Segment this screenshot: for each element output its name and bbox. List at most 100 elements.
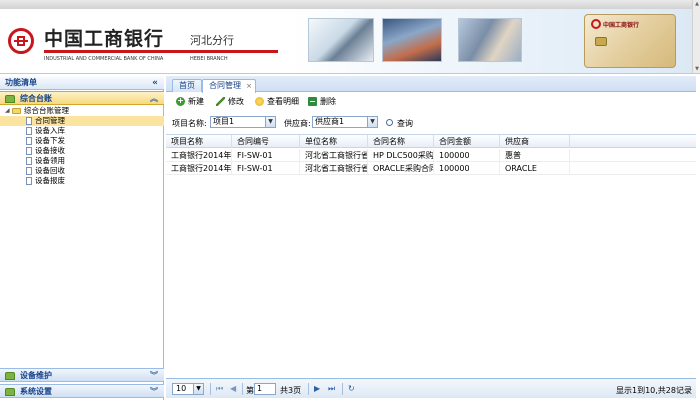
nav-tree: ◢ 综合台账管理 合同管理 设备入库 设备下发 设备接收 设备领用 设备回收 设… xyxy=(0,106,164,186)
cell-contract-name: ORACLE采购合同 xyxy=(368,162,434,175)
tree-item-label: 设备下发 xyxy=(35,136,65,145)
scroll-down-icon[interactable]: ▼ xyxy=(694,66,700,72)
table-row[interactable]: 工商银行2014年采 FI-SW-01 河北省工商银行省 ORACLE采购合同 … xyxy=(166,162,696,175)
first-page-icon[interactable]: ⏮ xyxy=(216,384,223,394)
col-header-contract-amount[interactable]: 合同金额 xyxy=(434,135,500,148)
card-chip-icon xyxy=(595,37,607,46)
filter-bar: 项目名称: 项目1 ▼ 供应商: 供应商1 ▼ 查询 xyxy=(166,114,696,130)
sidebar-title-label: 功能清单 xyxy=(5,78,37,87)
tree-root-label: 综合台账管理 xyxy=(24,106,69,115)
document-icon xyxy=(26,117,32,125)
add-icon: + xyxy=(176,96,185,106)
delete-icon xyxy=(308,97,317,106)
cell-project-name: 工商银行2014年采 xyxy=(166,149,232,162)
accordion-label: 综合台账 xyxy=(20,94,52,103)
main-panel: 首页 合同管理 × + 新建 修改 查看明细 删除 项目名称: 项目1 ▼ 供应… xyxy=(166,76,696,400)
vendor-value: 供应商1 xyxy=(315,117,345,126)
chevron-down-icon[interactable]: ▼ xyxy=(193,384,203,394)
grid-header: 项目名称 合同编号 单位名称 合同名称 合同金额 供应商 xyxy=(166,135,696,148)
cell-project-name: 工商银行2014年采 xyxy=(166,162,232,175)
view-details-button[interactable]: 查看明细 xyxy=(255,96,299,107)
header-divider xyxy=(44,50,278,53)
pager-separator xyxy=(342,383,343,395)
cell-contract-amount: 100000 xyxy=(434,149,500,162)
vendor-select[interactable]: 供应商1 ▼ xyxy=(312,116,378,128)
project-name-value: 项目1 xyxy=(213,117,235,126)
tree-item-equipment-receive[interactable]: 设备接收 xyxy=(0,146,164,156)
banner-photo-city xyxy=(382,18,442,62)
bank-name-en: INDUSTRIAL AND COMMERCIAL BANK OF CHINA xyxy=(44,56,164,62)
sidebar-collapse-icon[interactable]: « xyxy=(152,76,158,90)
query-button[interactable]: 查询 xyxy=(386,118,413,129)
chevron-down-icon[interactable]: ︾ xyxy=(150,369,158,382)
vendor-label: 供应商: xyxy=(284,119,311,128)
pager-separator xyxy=(242,383,243,395)
folder-group-icon xyxy=(5,372,15,380)
chevron-up-icon[interactable]: ︽ xyxy=(150,92,158,105)
page-size-select[interactable]: 10 ▼ xyxy=(172,383,204,395)
next-page-icon[interactable]: ▶ xyxy=(314,384,320,394)
document-icon xyxy=(26,127,32,135)
cell-contract-no: FI-SW-01 xyxy=(232,149,300,162)
tab-contract-mgmt[interactable]: 合同管理 × xyxy=(202,79,256,93)
tree-item-label: 设备入库 xyxy=(35,126,65,135)
document-icon xyxy=(26,147,32,155)
app-header: 中国工商银行 河北分行 INDUSTRIAL AND COMMERCIAL BA… xyxy=(0,0,700,74)
edit-button-label: 修改 xyxy=(228,97,244,106)
lightbulb-icon xyxy=(255,97,264,106)
header-scrollbar[interactable]: ▲ ▼ xyxy=(692,0,700,73)
accordion-section-equipment-maintenance[interactable]: 设备维护 ︾ xyxy=(0,368,164,382)
close-icon[interactable]: × xyxy=(246,80,252,92)
delete-button[interactable]: 删除 xyxy=(308,96,336,107)
tree-item-equipment-dispatch[interactable]: 设备下发 xyxy=(0,136,164,146)
tab-home[interactable]: 首页 xyxy=(172,79,202,92)
accordion-section-comprehensive-ledger[interactable]: 综合台账 ︽ xyxy=(0,91,164,105)
tree-item-label: 设备报废 xyxy=(35,176,65,185)
tree-item-contract-mgmt[interactable]: 合同管理 xyxy=(0,116,164,126)
page-prefix: 第 xyxy=(246,386,254,395)
accordion-label: 设备维护 xyxy=(20,371,52,380)
page-number-value: 1 xyxy=(257,384,263,393)
sidebar-title: 功能清单 « xyxy=(0,76,164,90)
accordion-section-system-settings[interactable]: 系统设置 ︾ xyxy=(0,384,164,398)
refresh-icon[interactable]: ↻ xyxy=(348,384,355,394)
tree-item-equipment-inbound[interactable]: 设备入库 xyxy=(0,126,164,136)
chevron-down-icon[interactable]: ︾ xyxy=(150,385,158,398)
prev-page-icon[interactable]: ◀ xyxy=(230,384,236,394)
last-page-icon[interactable]: ⏭ xyxy=(328,384,335,394)
col-header-unit-name[interactable]: 单位名称 xyxy=(300,135,368,148)
card-logo-icon xyxy=(591,19,601,29)
tab-label: 合同管理 xyxy=(209,81,241,90)
folder-group-icon xyxy=(5,95,15,103)
scroll-up-icon[interactable]: ▲ xyxy=(694,1,700,7)
tab-strip: 首页 合同管理 × xyxy=(166,76,696,93)
new-button[interactable]: + 新建 xyxy=(176,96,204,107)
col-header-project-name[interactable]: 项目名称 xyxy=(166,135,232,148)
col-header-contract-no[interactable]: 合同编号 xyxy=(232,135,300,148)
cell-contract-amount: 100000 xyxy=(434,162,500,175)
tree-root[interactable]: ◢ 综合台账管理 xyxy=(0,106,164,116)
tree-item-equipment-requisition[interactable]: 设备领用 xyxy=(0,156,164,166)
document-icon xyxy=(26,137,32,145)
tree-item-equipment-recycle[interactable]: 设备回收 xyxy=(0,166,164,176)
banner-photo-card-terminal xyxy=(308,18,374,62)
col-header-vendor[interactable]: 供应商 xyxy=(500,135,570,148)
icbc-logo-icon xyxy=(8,28,34,54)
project-name-select[interactable]: 项目1 ▼ xyxy=(210,116,276,128)
tree-item-label: 设备接收 xyxy=(35,146,65,155)
card-bank-name: 中国工商银行 xyxy=(603,22,640,29)
chevron-down-icon[interactable]: ▼ xyxy=(265,117,275,127)
col-header-contract-name[interactable]: 合同名称 xyxy=(368,135,434,148)
cell-unit-name: 河北省工商银行省 xyxy=(300,162,368,175)
branch-name-cn: 河北分行 xyxy=(190,34,234,47)
table-row[interactable]: 工商银行2014年采 FI-SW-01 河北省工商银行省 HP DLC500采购… xyxy=(166,149,696,162)
edit-button[interactable]: 修改 xyxy=(216,96,244,107)
document-icon xyxy=(26,167,32,175)
chevron-down-icon[interactable]: ▼ xyxy=(367,117,377,127)
folder-group-icon xyxy=(5,388,15,396)
page-number-input[interactable]: 1 xyxy=(254,383,276,395)
project-name-label: 项目名称: xyxy=(172,119,207,128)
page-total: 共3页 xyxy=(280,386,302,395)
tree-item-equipment-scrap[interactable]: 设备报废 xyxy=(0,176,164,186)
tree-expand-icon[interactable]: ◢ xyxy=(5,106,10,116)
